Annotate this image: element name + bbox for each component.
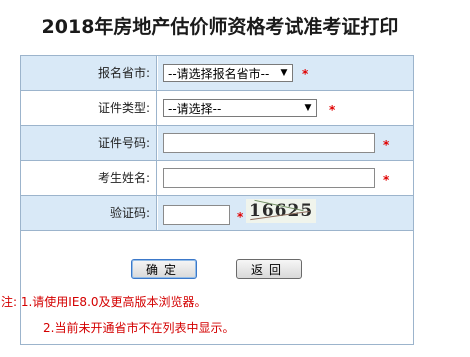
province-field-cell: --请选择报名省市-- ▼ * [158,56,413,90]
captcha-row: 验证码: * 16625 [21,196,413,231]
captcha-image[interactable]: 16625 [246,199,316,223]
back-button[interactable]: 返回 [236,259,302,279]
admission-ticket-form: 报名省市: --请选择报名省市-- ▼ * 证件类型: --请选择-- ▼ * … [1,55,414,345]
id-type-select-value: --请选择-- [168,102,222,116]
name-input[interactable] [163,168,375,188]
required-mark: * [383,173,390,187]
id-type-select[interactable]: --请选择-- ▼ [163,99,317,117]
id-number-label: 证件号码: [21,126,157,160]
page-title: 2018年房地产估价师资格考试准考证打印 [41,16,399,38]
name-field-cell: * [158,161,413,195]
id-type-row: 证件类型: --请选择-- ▼ * [21,91,413,126]
captcha-label: 验证码: [21,196,157,230]
id-type-label: 证件类型: [21,91,157,125]
note-line-1: 注: 1.请使用IE8.0及更高版本浏览器。 [1,295,207,309]
required-mark: * [329,103,336,117]
province-row: 报名省市: --请选择报名省市-- ▼ * [21,56,413,91]
required-mark: * [237,210,244,224]
id-number-field-cell: * [158,126,413,160]
province-select-value: --请选择报名省市-- [168,67,270,81]
captcha-input[interactable] [163,205,230,225]
name-label: 考生姓名: [21,161,157,195]
chevron-down-icon: ▼ [304,103,312,113]
required-mark: * [383,138,390,152]
required-mark: * [302,67,309,81]
chevron-down-icon: ▼ [280,68,288,78]
confirm-button[interactable]: 确定 [131,259,197,279]
id-number-input[interactable] [163,133,375,153]
id-type-field-cell: --请选择-- ▼ * [158,91,413,125]
note-line-2: 2.当前未开通省市不在列表中显示。 [43,321,235,335]
id-number-row: 证件号码: * [21,126,413,161]
province-label: 报名省市: [21,56,157,90]
captcha-field-cell: * 16625 [158,196,413,230]
name-row: 考生姓名: * [21,161,413,196]
province-select[interactable]: --请选择报名省市-- ▼ [163,64,293,82]
